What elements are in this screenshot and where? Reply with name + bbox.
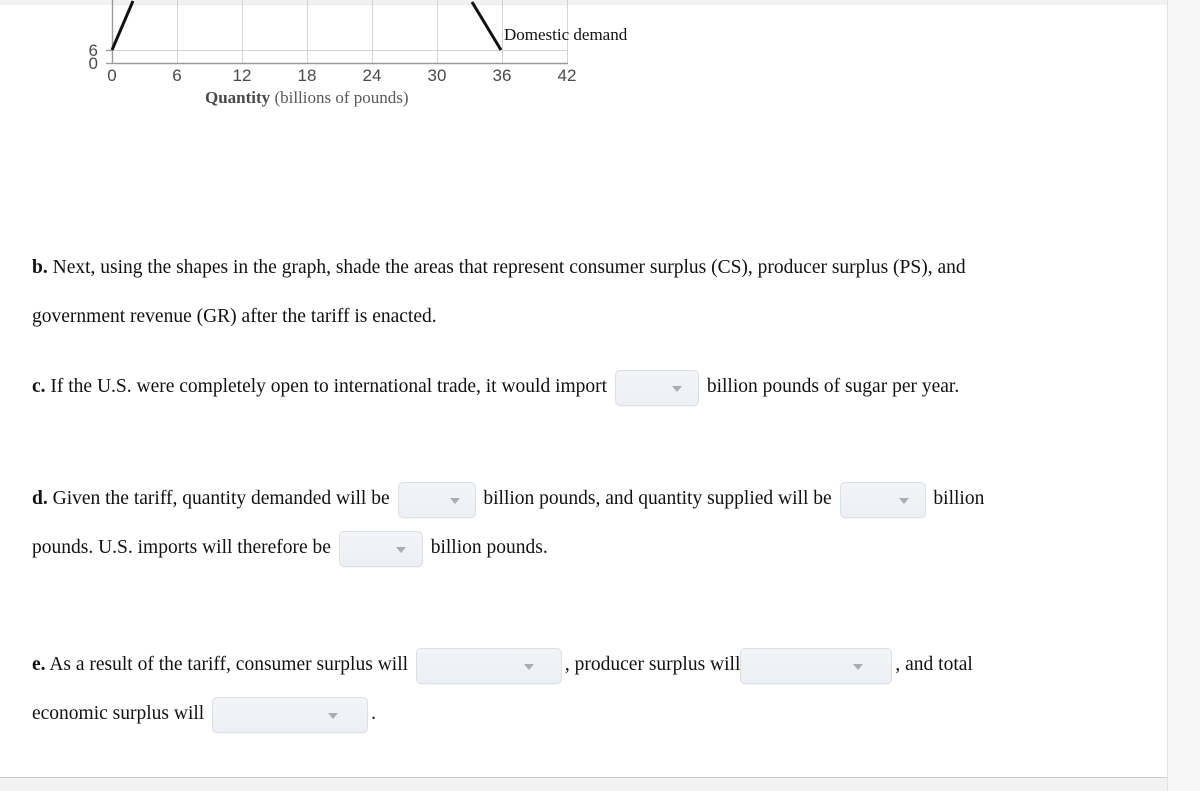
question-d-line2: pounds. U.S. imports will therefore be b…	[32, 523, 1147, 572]
question-e-seg5: .	[371, 703, 376, 724]
question-d: d. Given the tariff, quantity demanded w…	[32, 474, 1147, 572]
question-c-text-before: If the U.S. were completely open to inte…	[45, 376, 608, 397]
consumer-surplus-change-dropdown[interactable]	[415, 647, 562, 684]
us-imports-dropdown[interactable]	[338, 530, 423, 567]
question-b: b. Next, using the shapes in the graph, …	[32, 243, 1147, 341]
question-c-mark: c.	[32, 376, 46, 397]
question-e-line2: economic surplus will .	[32, 689, 1147, 738]
page-right-gutter	[1167, 0, 1200, 791]
quantity-demanded-dropdown[interactable]	[397, 481, 476, 518]
producer-surplus-change-dropdown[interactable]	[740, 647, 893, 684]
page-bottom-strip	[0, 778, 1168, 791]
question-e-seg4: economic surplus will	[32, 703, 205, 724]
question-e-mark: e.	[32, 654, 46, 675]
question-d-seg4: pounds. U.S. imports will therefore be	[32, 537, 331, 558]
question-e-seg2: , producer surplus will	[564, 654, 741, 675]
quantity-supplied-dropdown[interactable]	[839, 481, 926, 518]
question-b-line1: Next, using the shapes in the graph, sha…	[47, 257, 966, 278]
question-list: b. Next, using the shapes in the graph, …	[0, 0, 1168, 791]
import-quantity-dropdown[interactable]	[614, 369, 699, 406]
question-b-line2: government revenue (GR) after the tariff…	[32, 306, 437, 327]
question-e-seg1: As a result of the tariff, consumer surp…	[45, 654, 409, 675]
question-d-seg5: billion pounds.	[430, 537, 548, 558]
question-e: e. As a result of the tariff, consumer s…	[32, 640, 1147, 738]
total-surplus-change-dropdown[interactable]	[212, 696, 369, 733]
question-d-seg1: Given the tariff, quantity demanded will…	[47, 488, 390, 509]
question-e-seg3: , and total	[895, 654, 973, 675]
question-d-seg3: billion	[933, 488, 985, 509]
question-b-mark: b.	[32, 257, 48, 278]
question-c-text-after: billion pounds of sugar per year.	[706, 376, 960, 397]
question-d-seg2: billion pounds, and quantity supplied wi…	[483, 488, 832, 509]
question-d-mark: d.	[32, 488, 48, 509]
question-c: c. If the U.S. were completely open to i…	[32, 362, 1147, 411]
